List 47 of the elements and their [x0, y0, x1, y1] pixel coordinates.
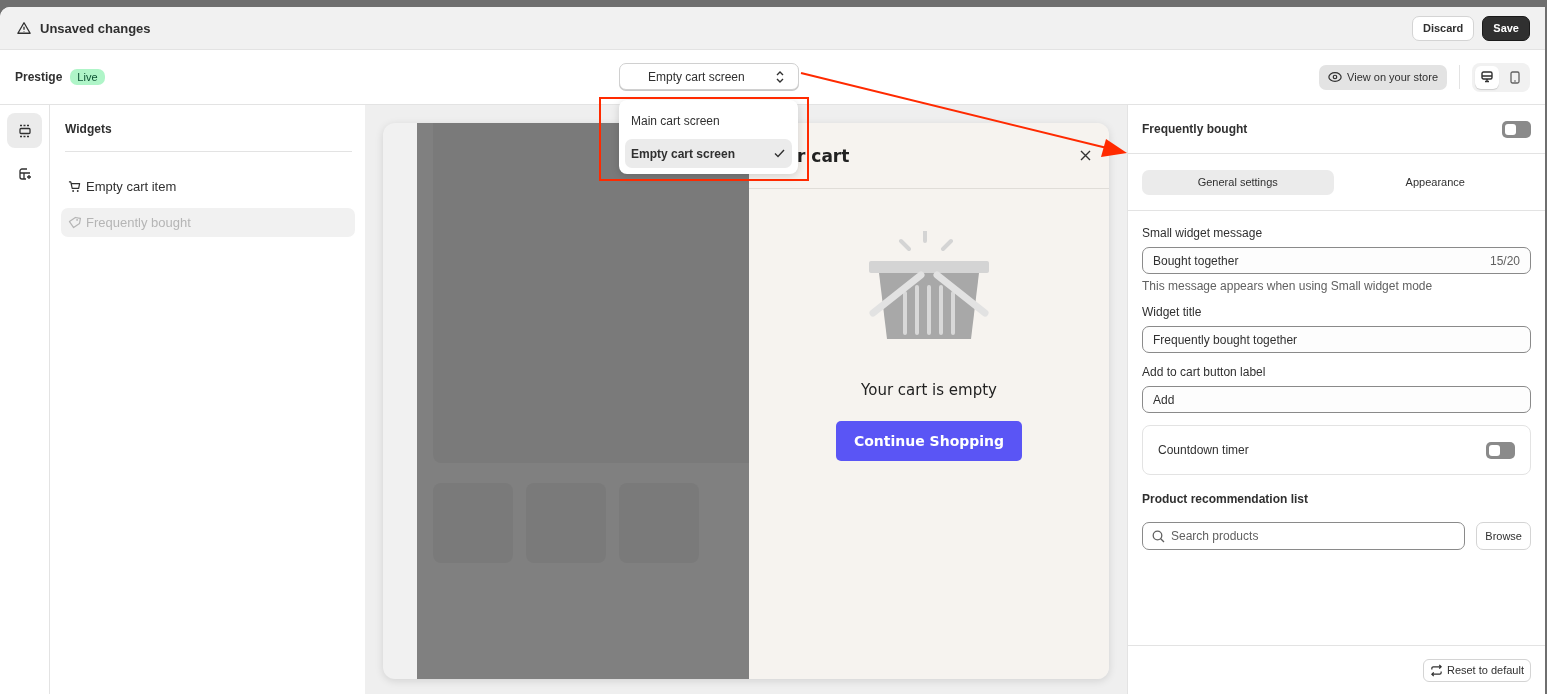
desktop-button[interactable]	[1475, 65, 1499, 89]
screen-select[interactable]: Empty cart screen	[619, 63, 799, 90]
field-label: Widget title	[1142, 305, 1203, 319]
sections-icon	[17, 123, 32, 138]
text-field[interactable]: Add	[1142, 386, 1531, 413]
countdown-toggle[interactable]	[1486, 441, 1515, 459]
sections-button[interactable]	[7, 113, 42, 148]
phone-icon	[1510, 70, 1520, 84]
cart-title: r cart	[797, 145, 850, 166]
monitor-icon	[1481, 70, 1493, 84]
view-on-store-button[interactable]: View on your store	[1319, 64, 1447, 90]
widget-title: Frequently bought	[1142, 122, 1248, 136]
store-name: Prestige	[15, 70, 63, 84]
widgets-heading: Widgets	[64, 121, 113, 138]
cart-icon	[68, 180, 81, 193]
browse-button[interactable]: Browse	[1476, 522, 1531, 550]
reset-icon	[1429, 663, 1443, 677]
status-badge: Live	[70, 69, 105, 85]
search-field[interactable]: Search products	[1142, 522, 1466, 550]
settings-tab[interactable]: General settings	[1142, 169, 1334, 195]
apps-icon	[17, 166, 32, 181]
continue-shopping-button[interactable]: Continue Shopping	[836, 421, 1022, 461]
settings-tab[interactable]: Appearance	[1339, 169, 1531, 195]
text-field[interactable]: Bought together 15/20	[1142, 247, 1531, 274]
reset-button[interactable]: Reset to default	[1422, 658, 1531, 682]
eye-icon	[1328, 71, 1343, 83]
unsaved-changes-title: Unsaved changes	[40, 20, 151, 36]
chevron-updown-icon	[775, 69, 785, 84]
widget-toggle[interactable]	[1502, 120, 1531, 138]
dropdown-option[interactable]: Empty cart screen	[625, 139, 792, 168]
check-icon	[774, 149, 785, 158]
basket-icon	[867, 231, 991, 341]
discard-button[interactable]: Discard	[1411, 15, 1475, 41]
tag-icon	[68, 216, 81, 229]
field-label: Add to cart button label	[1142, 365, 1267, 379]
warning-icon	[17, 21, 31, 35]
field-label: Small widget message	[1142, 226, 1264, 240]
dropdown-option[interactable]: Main cart screen	[625, 106, 792, 135]
countdown-label: Countdown timer	[1158, 443, 1249, 457]
help-text: This message appears when using Small widget mode	[1142, 279, 1434, 293]
section-heading: Product recommendation list	[1142, 492, 1310, 506]
search-icon	[1152, 530, 1165, 543]
save-button[interactable]: Save	[1482, 15, 1530, 41]
empty-cart-message: Your cart is empty	[861, 381, 997, 399]
text-field[interactable]: Frequently bought together	[1142, 326, 1531, 353]
widget-item[interactable]: Empty cart item	[61, 172, 355, 201]
close-icon[interactable]	[1080, 150, 1091, 161]
